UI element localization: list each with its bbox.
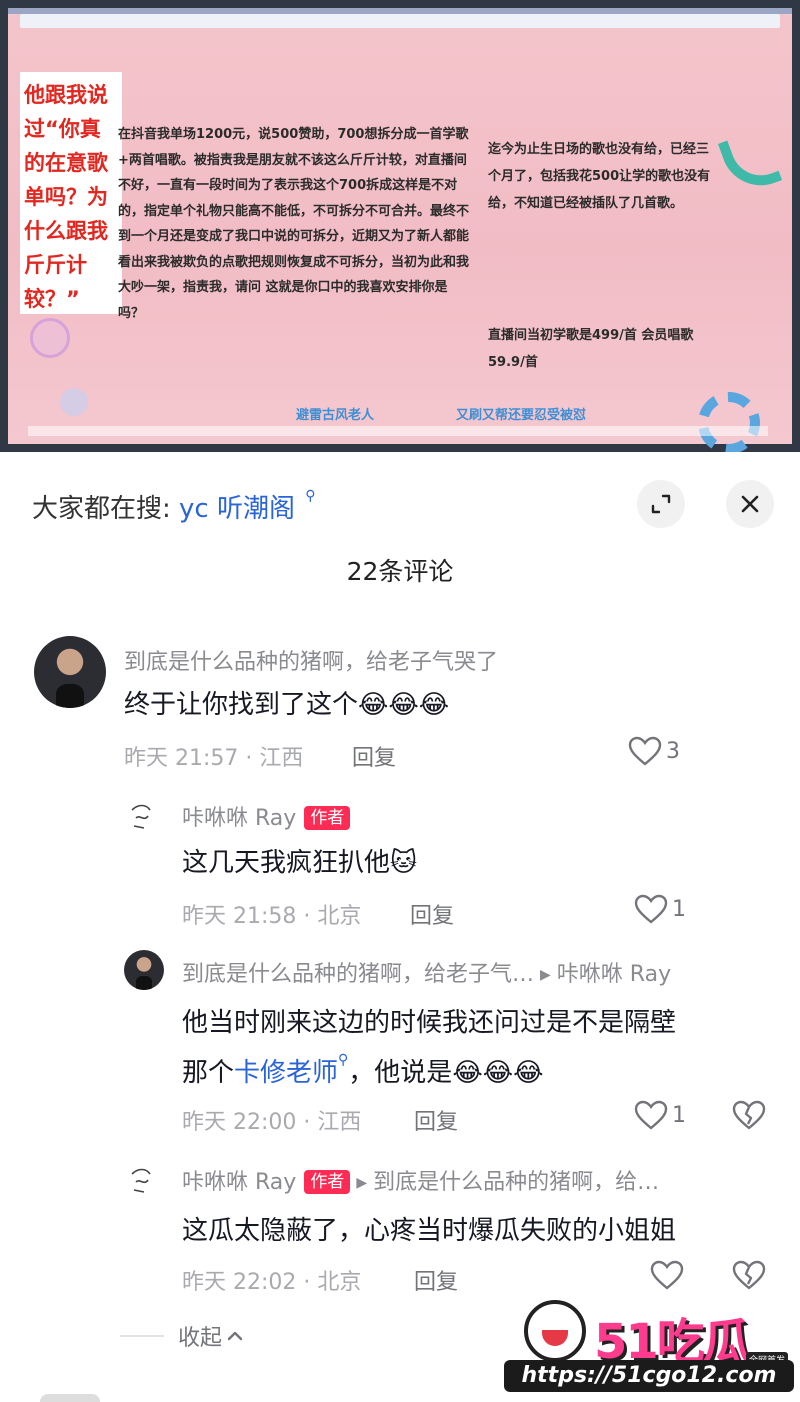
search-keyword[interactable]: yc 听潮阁 [179,494,295,524]
reply-username-text: 到底是什么品种的猪啊，给老子气… [182,962,535,987]
reply-username[interactable]: 咔咻咻 Ray 作者 [182,800,351,832]
slide-footer-left: 避雷古风老人 [296,408,375,423]
broken-heart-icon [732,1260,766,1290]
comment-text-prefix: 那个 [182,1058,235,1088]
comment-username[interactable]: 到底是什么品种的猪啊，给老子气哭了 [124,644,498,676]
heart-icon [634,894,668,924]
mascot-icon [524,1300,586,1362]
watermark: 51吃瓜 全网首发 https://51cgo12.com [504,1296,794,1394]
like-button[interactable]: 1 [634,894,686,924]
reply-button[interactable]: 回复 [414,1264,458,1296]
dislike-button[interactable] [732,1260,766,1294]
comment-text-suffix: ，他说是 [348,1058,453,1088]
reply-button[interactable]: 回复 [414,1104,458,1136]
heart-icon [650,1260,684,1290]
like-button[interactable]: 3 [628,736,680,766]
laughing-crying-emoji: 😂😂😂 [452,1058,544,1088]
search-icon: ⚲ [338,1052,349,1068]
slide-top-bar [20,14,780,28]
collapse-divider [120,1335,164,1337]
slide-footer-right: 又刷又帮还要忍受被怼 [456,408,587,423]
like-button[interactable]: 1 [634,1100,686,1130]
reply-target: 到底是什么品种的猪啊，给… [373,1170,660,1195]
avatar[interactable] [124,950,164,990]
video-frame[interactable]: 他跟我说过“你真的在意歌单吗？为什么跟我斤斤计较？” 在抖音我单场1200元，说… [0,0,800,452]
slide-left-text: 在抖音我单场1200元，说500赞助，700想拆分成一首学歌+两首唱歌。被指责我… [118,127,470,321]
search-prefix: 大家都在搜: [32,494,171,524]
like-count: 1 [672,896,686,922]
sketch-avatar-icon [131,804,151,829]
reply-arrow-icon: ▶ [356,1175,368,1191]
comment-count: 22条评论 [346,557,454,586]
reply-arrow-icon: ▶ [540,967,551,983]
author-badge: 作者 [304,1170,351,1194]
leaf-decoration [717,127,783,197]
comment-meta: 昨天 21:58 · 北京 [182,904,362,929]
comment-text: 这瓜太隐蔽了，心疼当时爆瓜失败的小姐姐 [182,1216,677,1246]
comment-meta: 昨天 21:57 · 江西 [124,746,304,771]
comment-text: 这几天我疯狂扒他🐱 [182,842,417,879]
like-button[interactable] [650,1260,684,1290]
slide-bottom-stripe [28,426,768,436]
like-count: 3 [666,738,680,764]
reply-username[interactable]: 到底是什么品种的猪啊，给老子气… ▶ 咔咻咻 Ray [182,956,671,988]
comment-meta: 昨天 22:02 · 北京 [182,1270,362,1295]
comment-sheet: 大家都在搜: yc 听潮阁 ⚲ 22条评论 到底是什么品种的猪啊，给老子气哭了 … [0,452,800,1402]
search-icon: ⚲ [305,488,316,504]
comment-item: 到底是什么品种的猪啊，给老子气哭了 终于让你找到了这个😂😂😂 昨天 21:57 … [0,636,800,786]
next-comment-avatar-edge [40,1394,100,1402]
quote-box: 他跟我说过“你真的在意歌单吗？为什么跟我斤斤计较？” [20,72,122,314]
slide-image: 他跟我说过“你真的在意歌单吗？为什么跟我斤斤计较？” 在抖音我单场1200元，说… [8,8,792,452]
heart-icon [634,1100,668,1130]
close-icon [741,495,759,513]
close-button[interactable] [726,480,774,528]
comment-text-line2: 那个卡修老师⚲，他说是😂😂😂 [182,1052,543,1089]
watermark-url: https://51cgo12.com [504,1360,794,1392]
bubble-decoration [30,318,70,358]
bubble-decoration-small [60,388,88,416]
author-badge: 作者 [304,806,351,830]
collapse-replies-button[interactable]: 收起 [120,1320,244,1352]
heart-icon [628,736,662,766]
slide-price-text: 直播间当初学歌是499/首 会员唱歌59.9/首 [488,328,694,370]
search-suggestion[interactable]: 大家都在搜: yc 听潮阁 ⚲ [32,488,316,525]
slide-right-text: 迄今为止生日场的歌也没有给，已经三个月了，包括我花500让学的歌也没有给，不知道… [488,142,711,211]
comment-text-line1: 他当时刚来这边的时候我还问过是不是隔壁 [182,1008,677,1038]
collapse-label: 收起 [178,1326,223,1351]
broken-heart-icon [732,1100,766,1130]
search-keyword-link[interactable]: 卡修老师 [234,1058,338,1088]
reply-button[interactable]: 回复 [410,898,454,930]
avatar[interactable] [124,1162,160,1198]
chevron-up-icon [227,1331,243,1341]
reply-target: 咔咻咻 Ray [556,962,672,987]
expand-button[interactable] [637,480,685,528]
dislike-button[interactable] [732,1100,766,1134]
comment-text-body: 这几天我疯狂扒他 [182,848,391,878]
reply-username-text: 咔咻咻 Ray [182,1170,297,1195]
reply-username[interactable]: 咔咻咻 Ray 作者 ▶ 到底是什么品种的猪啊，给… [182,1164,659,1196]
expand-icon [651,494,671,514]
cat-emoji: 🐱 [390,848,418,878]
reply-item: 咔咻咻 Ray 作者 这几天我疯狂扒他🐱 昨天 21:58 · 北京 回复 1 [0,796,800,936]
comment-meta: 昨天 22:00 · 江西 [182,1110,362,1135]
reply-button[interactable]: 回复 [352,740,396,772]
reply-username-text: 咔咻咻 Ray [182,806,297,831]
comment-text: 终于让你找到了这个😂😂😂 [124,684,449,721]
ring-decoration [698,392,760,452]
avatar[interactable] [124,798,160,834]
like-count: 1 [672,1102,686,1128]
avatar[interactable] [34,636,106,708]
sketch-avatar-icon [131,1168,151,1193]
reply-item: 到底是什么品种的猪啊，给老子气… ▶ 咔咻咻 Ray 他当时刚来这边的时候我还问过是… [0,950,800,1150]
comment-text-body: 终于让你找到了这个 [124,690,359,720]
reply-item: 咔咻咻 Ray 作者 ▶ 到底是什么品种的猪啊，给… 这瓜太隐蔽了，心疼当时爆瓜失败的… [0,1160,800,1310]
laughing-crying-emoji: 😂😂😂 [358,690,450,720]
